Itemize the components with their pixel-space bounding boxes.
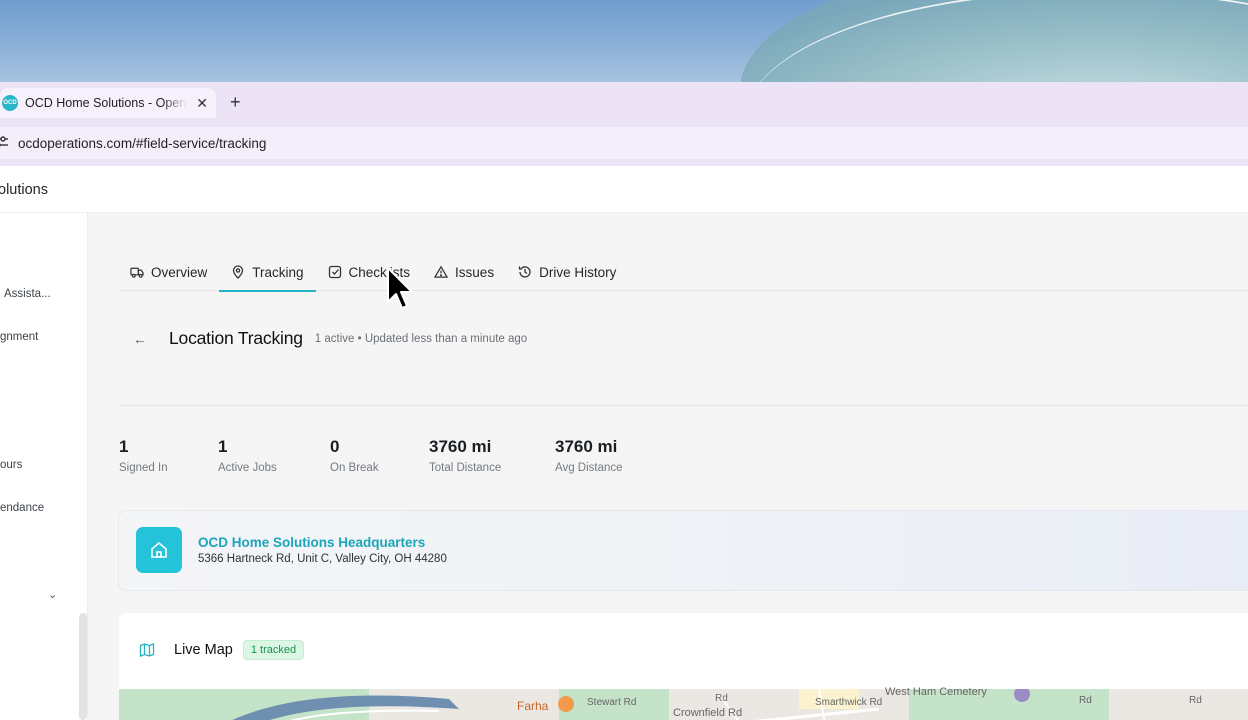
sidebar-item-assistant[interactable]: Assista... xyxy=(4,288,51,300)
live-map-header: Live Map 1 tracked xyxy=(136,639,305,661)
stat-total-distance: 3760 mi Total Distance xyxy=(429,437,501,474)
stat-label: Total Distance xyxy=(429,462,502,474)
tab-drive-history[interactable]: Drive History xyxy=(506,253,628,291)
stat-avg-distance: 3760 mi Avg Distance xyxy=(555,437,623,474)
sidebar: Assista... gnment ours endance ⌄ xyxy=(0,213,88,720)
tab-tracking[interactable]: Tracking xyxy=(219,253,316,292)
home-icon xyxy=(136,527,182,573)
map-label-rd-3: Rd xyxy=(1189,695,1202,706)
site-settings-icon[interactable] xyxy=(0,135,10,151)
warning-icon xyxy=(434,265,449,279)
tab-issues-label: Issues xyxy=(455,264,495,280)
page-subtitle: 1 active • Updated less than a minute ag… xyxy=(314,332,528,345)
live-map-title: Live Map xyxy=(174,642,233,658)
headquarters-address: 5366 Hartneck Rd, Unit C, Valley City, O… xyxy=(198,553,447,565)
browser-tab[interactable]: OCD OCD Home Solutions - Operations ✕ xyxy=(0,88,216,118)
stat-label: On Break xyxy=(330,462,379,474)
map-icon xyxy=(136,639,158,661)
map-label-rd-2: Rd xyxy=(1079,695,1092,706)
stat-active-jobs: 1 Active Jobs xyxy=(218,437,277,474)
main-content: Overview Tracking Checklists Issues Driv… xyxy=(88,213,1248,720)
sidebar-item-assignment[interactable]: gnment xyxy=(0,331,38,343)
page-title: Location Tracking xyxy=(169,328,303,348)
browser-tab-title: OCD Home Solutions - Operations xyxy=(25,96,187,110)
tab-overview-label: Overview xyxy=(151,264,208,280)
sidebar-scrollbar[interactable] xyxy=(79,613,87,720)
back-arrow-icon[interactable]: ← xyxy=(133,331,147,347)
stat-label: Avg Distance xyxy=(555,462,623,474)
desktop-wallpaper xyxy=(0,0,1248,82)
tab-issues[interactable]: Issues xyxy=(422,253,506,291)
map-view[interactable]: Farha Stewart Rd Crownfield Rd Smarthwic… xyxy=(119,686,1248,720)
app-header: olutions xyxy=(0,166,1248,213)
mouse-cursor-icon xyxy=(387,267,413,309)
map-label-rd-1: Rd xyxy=(715,693,728,704)
checkbox-icon xyxy=(328,265,342,279)
truck-icon xyxy=(130,265,144,279)
map-label-crownfield: Crownfield Rd xyxy=(673,707,743,719)
map-label-smarthwick: Smarthwick Rd xyxy=(815,697,883,708)
divider xyxy=(119,405,1248,406)
map-label-stewart: Stewart Rd xyxy=(587,697,637,708)
close-tab-icon[interactable]: ✕ xyxy=(196,95,208,112)
favicon-icon: OCD xyxy=(2,95,18,111)
map-pin-icon xyxy=(231,265,245,279)
tab-tracking-label: Tracking xyxy=(252,264,304,280)
stat-value: 1 xyxy=(218,437,228,456)
tab-drive-history-label: Drive History xyxy=(539,264,617,280)
stat-value: 1 xyxy=(119,437,129,456)
browser-tab-strip: OCD OCD Home Solutions - Operations ✕ + xyxy=(0,82,1248,122)
live-map-card: Live Map 1 tracked Farha Stewart Rd Crow… xyxy=(119,613,1248,720)
stat-label: Signed In xyxy=(119,462,168,474)
tracked-count-badge: 1 tracked xyxy=(242,640,305,660)
new-tab-button[interactable]: + xyxy=(230,92,241,113)
history-icon xyxy=(518,265,532,279)
url-text[interactable]: ocdoperations.com/#field-service/trackin… xyxy=(18,136,266,151)
page-header: ← Location Tracking 1 active • Updated l… xyxy=(133,328,527,349)
stat-on-break: 0 On Break xyxy=(330,437,379,474)
stat-value: 0 xyxy=(330,437,340,456)
brand-name: olutions xyxy=(0,182,48,198)
tab-overview[interactable]: Overview xyxy=(118,253,219,291)
stat-value: 3760 mi xyxy=(555,437,618,456)
stat-label: Active Jobs xyxy=(218,462,277,474)
section-tabs: Overview Tracking Checklists Issues Driv… xyxy=(118,253,1248,292)
stat-signed-in: 1 Signed In xyxy=(119,437,168,474)
omnibox[interactable]: ocdoperations.com/#field-service/trackin… xyxy=(0,127,1248,159)
stat-value: 3760 mi xyxy=(429,437,492,456)
sidebar-item-attendance[interactable]: endance xyxy=(0,502,44,514)
sidebar-item-hours[interactable]: ours xyxy=(0,459,22,471)
map-label-farha: Farha xyxy=(517,699,549,713)
headquarters-name[interactable]: OCD Home Solutions Headquarters xyxy=(198,535,425,550)
map-label-cemetery: West Ham Cemetery xyxy=(885,686,987,698)
chevron-down-icon[interactable]: ⌄ xyxy=(48,588,57,601)
browser-address-bar: ocdoperations.com/#field-service/trackin… xyxy=(0,122,1248,166)
headquarters-card[interactable]: OCD Home Solutions Headquarters 5366 Har… xyxy=(118,510,1248,591)
